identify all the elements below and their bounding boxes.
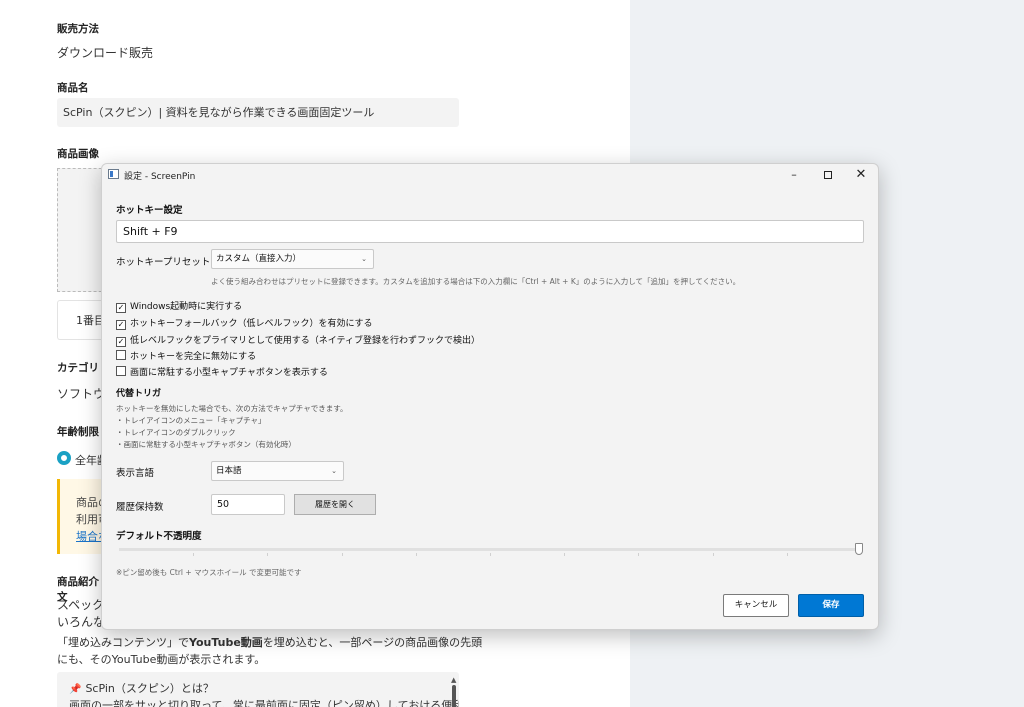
embed-text-line-1: 「埋め込みコンテンツ」でYouTube動画を埋め込むと、一部ページの商品画像の先… <box>57 634 482 650</box>
alt-trigger-line-2: ・トレイアイコンのメニュー「キャプチャ」 <box>116 416 266 425</box>
opacity-note: ※ピン留め後も Ctrl + マウスホイール で変更可能です <box>116 568 302 577</box>
slider-tick <box>267 553 268 556</box>
preset-select[interactable]: カスタム（直接入力） ⌄ <box>211 249 374 269</box>
open-history-button[interactable]: 履歴を開く <box>294 494 376 515</box>
language-select[interactable]: 日本語 ⌄ <box>211 461 344 481</box>
age-limit-label: 年齢制限 <box>57 426 99 438</box>
checkbox-label: 低レベルフックをプライマリとして使用する（ネイティブ登録を行わずフックで検出） <box>130 336 481 346</box>
intro-line-1: スペック <box>57 598 101 612</box>
preset-select-value: カスタム（直接入力） <box>216 254 302 264</box>
slider-tick <box>787 553 788 556</box>
opacity-slider-thumb[interactable] <box>855 543 863 555</box>
history-count-input[interactable]: 50 <box>211 494 285 515</box>
content-line-1-text: ScPin（スクピン）とは？ <box>85 682 214 695</box>
preset-help-text: よく使う組み合わせはプリセットに登録できます。カスタムを追加する場合は下の入力欄… <box>211 277 741 286</box>
sales-method-value: ダウンロード販売 <box>57 46 154 60</box>
checkbox-box[interactable] <box>116 366 126 376</box>
scroll-up-icon[interactable]: ▲ <box>451 676 456 684</box>
sales-method-label: 販売方法 <box>57 23 99 35</box>
product-name-field[interactable]: ScPin（スクピン）| 資料を見ながら作業できる画面固定ツール <box>57 98 459 127</box>
opacity-slider-track[interactable] <box>119 548 861 556</box>
checkbox-box[interactable] <box>116 350 126 360</box>
hotkey-section-title: ホットキー設定 <box>116 205 183 216</box>
embed-text-a: 「埋め込みコンテンツ」で <box>57 636 189 649</box>
slider-tick <box>193 553 194 556</box>
checkbox-disable-hotkey[interactable]: ホットキーを完全に無効にする <box>116 349 256 362</box>
slider-tick <box>490 553 491 556</box>
age-radio[interactable] <box>57 451 71 465</box>
image-order-cell: 1番目 <box>57 300 107 340</box>
content-scrollbar[interactable]: ▲ <box>451 676 457 707</box>
checkbox-label: 画面に常駐する小型キャプチャボタンを表示する <box>130 368 328 378</box>
slider-tick <box>713 553 714 556</box>
embed-text-line-2: にも、そのYouTube動画が表示されます。 <box>57 653 266 666</box>
maximize-button[interactable] <box>812 164 844 186</box>
alt-trigger-line-1: ホットキーを無効にした場合でも、次の方法でキャプチャできます。 <box>116 404 348 413</box>
checkbox-hotkey-fallback[interactable]: ✓ ホットキーフォールバック（低レベルフック）を有効にする <box>116 316 373 330</box>
product-image-label: 商品画像 <box>57 148 99 160</box>
language-select-value: 日本語 <box>216 466 242 476</box>
age-option-label: 全年齢 <box>75 454 101 467</box>
checkbox-label: ホットキーフォールバック（低レベルフック）を有効にする <box>130 319 373 329</box>
checkbox-box[interactable]: ✓ <box>116 303 126 313</box>
dialog-title: 設定 - ScreenPin <box>124 172 196 182</box>
checkbox-box[interactable]: ✓ <box>116 320 126 330</box>
category-value: ソフトウ <box>57 387 101 401</box>
checkbox-capture-button[interactable]: 画面に常駐する小型キャプチャボタンを表示する <box>116 365 328 378</box>
content-editor[interactable]: 📌 ScPin（スクピン）とは？ 画面の一部をサッと切り取って、常に最前面に固定（… <box>57 672 459 707</box>
embed-text-b: YouTube動画 <box>189 636 263 649</box>
cancel-button[interactable]: キャンセル <box>723 594 789 617</box>
checkbox-lowlevel-primary[interactable]: ✓ 低レベルフックをプライマリとして使用する（ネイティブ登録を行わずフックで検出） <box>116 333 481 347</box>
history-label: 履歴保持数 <box>116 502 164 513</box>
maximize-icon <box>824 171 832 179</box>
content-line-2: 画面の一部をサッと切り取って、常に最前面に固定（ピン留め）しておける便利 <box>69 699 459 707</box>
hotkey-input[interactable]: Shift + F9 <box>116 220 864 243</box>
opacity-section-title: デフォルト不透明度 <box>116 531 202 542</box>
notice-box: 商品の 利用可 場合な <box>57 479 109 554</box>
checkbox-label: Windows起動時に実行する <box>130 302 243 312</box>
scroll-thumb[interactable] <box>452 685 456 707</box>
intro-line-2: いろんな <box>57 615 101 629</box>
category-label: カテゴリ <box>57 362 99 374</box>
product-name-label: 商品名 <box>57 82 89 94</box>
settings-dialog: 設定 - ScreenPin – ✕ ホットキー設定 Shift + F9 ホッ… <box>101 163 879 630</box>
pushpin-icon: 📌 <box>69 684 82 695</box>
content-line-1: 📌 ScPin（スクピン）とは？ <box>69 680 214 696</box>
alt-trigger-line-4: ・画面に常駐する小型キャプチャボタン（有効化時） <box>116 440 296 449</box>
slider-tick <box>638 553 639 556</box>
checkbox-run-at-startup[interactable]: ✓ Windows起動時に実行する <box>116 299 243 313</box>
checkbox-label: ホットキーを完全に無効にする <box>130 352 257 362</box>
minimize-button[interactable]: – <box>778 164 810 186</box>
image-drop-zone[interactable] <box>57 168 107 292</box>
slider-tick <box>416 553 417 556</box>
slider-tick <box>564 553 565 556</box>
app-icon <box>108 169 119 179</box>
alt-trigger-line-3: ・トレイアイコンのダブルクリック <box>116 428 236 437</box>
save-button[interactable]: 保存 <box>798 594 864 617</box>
embed-text-c: を埋め込むと、一部ページの商品画像の先頭 <box>262 636 483 649</box>
language-label: 表示言語 <box>116 468 155 479</box>
close-button[interactable]: ✕ <box>845 164 877 186</box>
preset-label: ホットキープリセット <box>116 257 211 268</box>
dialog-titlebar[interactable]: 設定 - ScreenPin – ✕ <box>102 164 878 186</box>
checkbox-box[interactable]: ✓ <box>116 337 126 347</box>
slider-tick <box>342 553 343 556</box>
chevron-down-icon: ⌄ <box>331 467 337 475</box>
alt-trigger-title: 代替トリガ <box>116 389 162 399</box>
chevron-down-icon: ⌄ <box>361 255 367 263</box>
